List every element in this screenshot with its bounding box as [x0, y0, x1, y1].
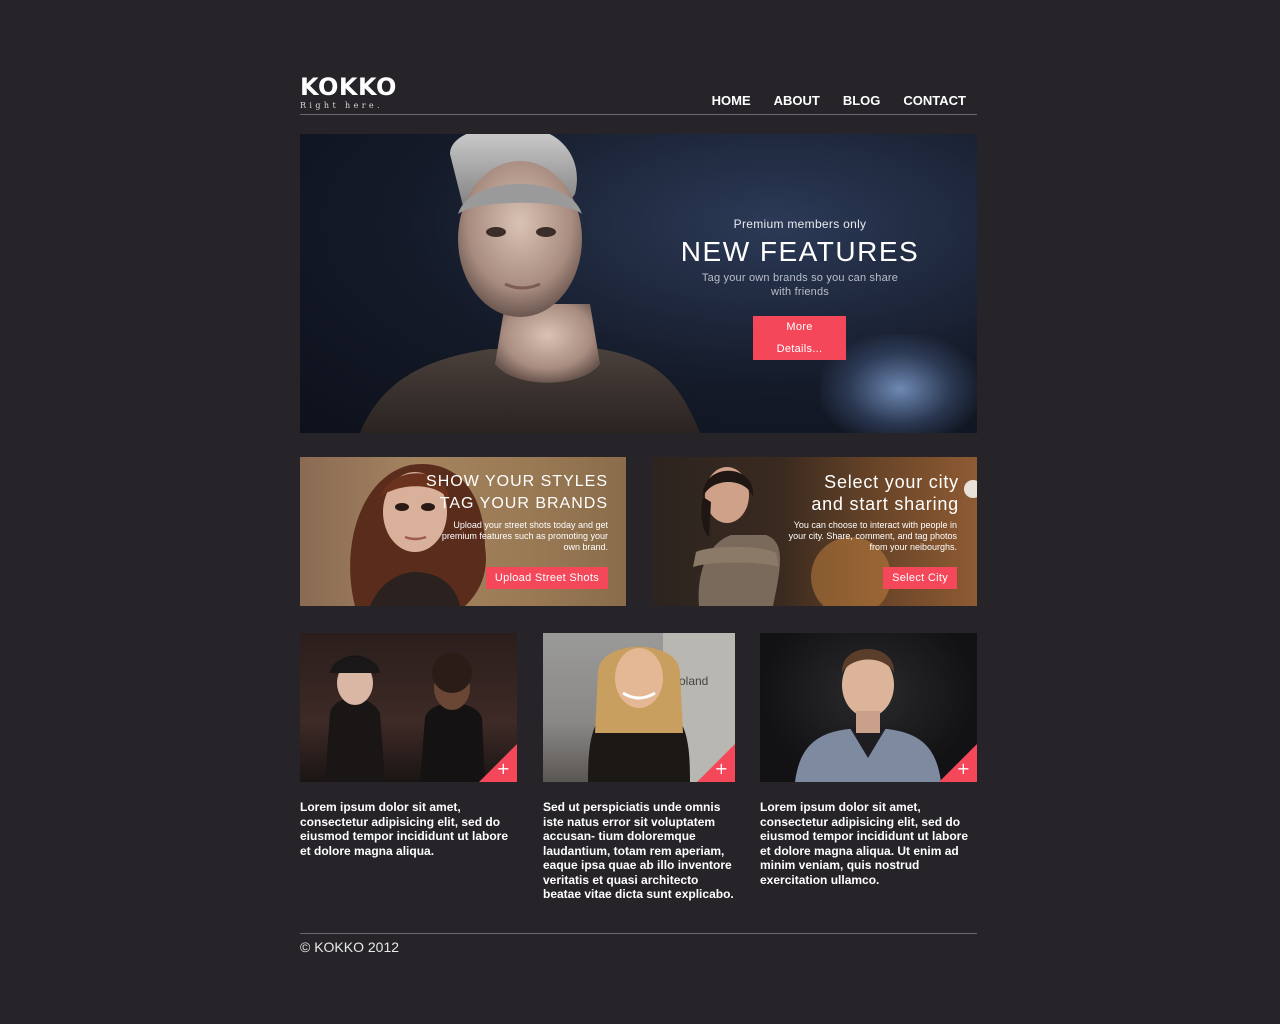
plus-icon[interactable]: + — [497, 761, 510, 777]
main-nav: HOME ABOUT BLOG CONTACT — [689, 92, 966, 110]
logo-tagline: Right here. — [300, 101, 384, 110]
thumbnail-caption-1: Lorem ipsum dolor sit amet, consectetur … — [300, 800, 509, 858]
header-divider — [300, 114, 977, 115]
nav-blog[interactable]: BLOG — [843, 92, 881, 110]
promo-title: Select your city and start sharing — [811, 471, 959, 515]
promo-upload-street-shots: SHOW YOUR STYLES TAG YOUR BRANDS Upload … — [300, 457, 626, 606]
thumbnail-caption-2: Sed ut perspiciatis unde omnis iste natu… — [543, 800, 734, 901]
footer-divider — [300, 933, 977, 934]
footer-copyright: © KOKKO 2012 — [300, 939, 400, 955]
nav-about[interactable]: ABOUT — [774, 92, 820, 110]
promo-description: You can choose to interact with people i… — [788, 520, 957, 552]
hero-kicker: Premium members only — [733, 217, 867, 231]
promo-title-line1: Select your city — [824, 472, 959, 492]
logo-wordmark: KOKKO — [300, 73, 397, 101]
hero-title: NEW FEATURES — [680, 236, 920, 267]
promo-title-line1: SHOW YOUR STYLES — [426, 473, 608, 490]
plus-icon[interactable]: + — [957, 761, 970, 777]
promo-title-line2: and start sharing — [811, 494, 959, 514]
logo[interactable]: KOKKO Right here. — [300, 74, 397, 111]
thumbnail-3[interactable]: + — [760, 633, 977, 782]
thumbnail-caption-3: Lorem ipsum dolor sit amet, consectetur … — [760, 800, 969, 887]
promo-description: Upload your street shots today and get p… — [441, 520, 608, 552]
thumbnail-1[interactable]: + — [300, 633, 517, 782]
nav-home[interactable]: HOME — [712, 92, 751, 110]
hero-subtitle: Tag your own brands so you can share wit… — [701, 272, 899, 298]
upload-street-shots-button[interactable]: Upload Street Shots — [485, 567, 608, 589]
promo-title-line2: TAG YOUR BRANDS — [439, 495, 608, 512]
page: KOKKO Right here. HOME ABOUT BLOG CONTAC… — [300, 0, 977, 1024]
more-details-button[interactable]: More Details... — [753, 316, 846, 360]
promo-title: SHOW YOUR STYLES TAG YOUR BRANDS — [426, 471, 608, 515]
select-city-button[interactable]: Select City — [883, 567, 957, 589]
hero-banner: Premium members only NEW FEATURES Tag yo… — [300, 134, 977, 433]
nav-contact[interactable]: CONTACT — [903, 92, 966, 110]
promo-select-city: Select your city and start sharing You c… — [651, 457, 977, 606]
thumbnail-2[interactable]: roland + — [543, 633, 735, 782]
plus-icon[interactable]: + — [715, 761, 728, 777]
